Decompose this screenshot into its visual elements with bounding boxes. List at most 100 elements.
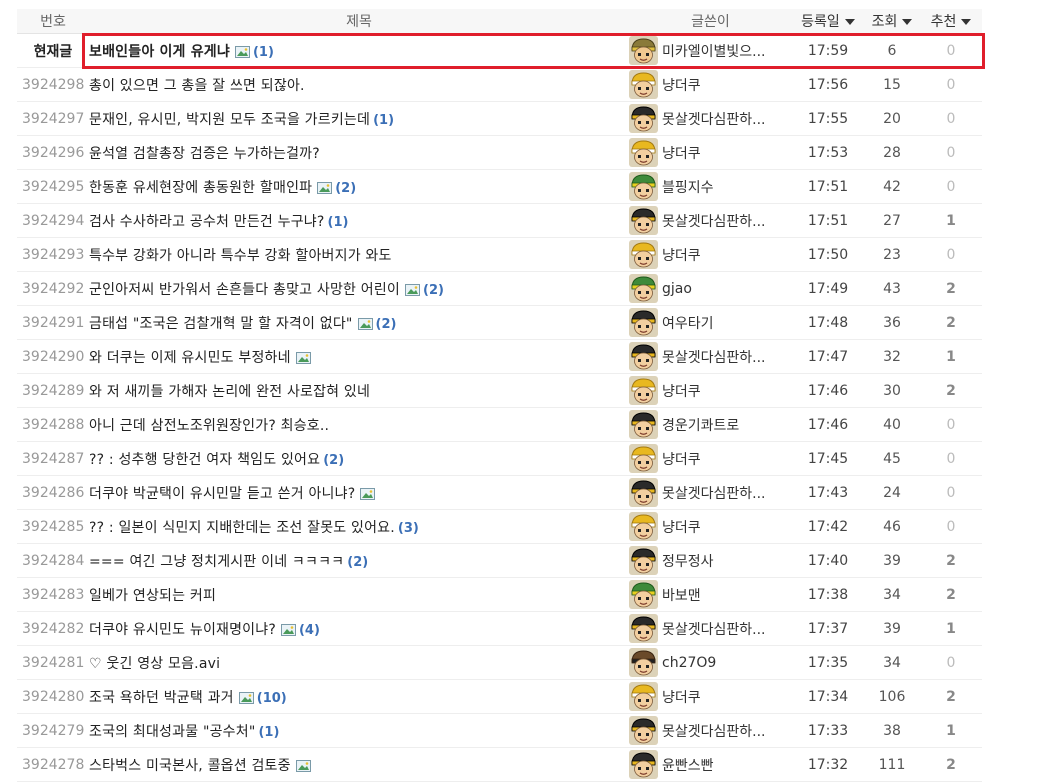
post-title-link[interactable]: 특수부 강화가 아니라 특수부 강화 할아버지가 와도 xyxy=(89,248,392,264)
author-nickname[interactable]: 못살겟다심판하... xyxy=(662,619,766,639)
author-nickname[interactable]: gjao xyxy=(662,281,692,297)
author-nickname[interactable]: 냥더쿠 xyxy=(662,517,701,537)
author-nickname[interactable]: 정무정사 xyxy=(662,551,714,571)
author-cell[interactable]: 냥더쿠 xyxy=(629,67,792,102)
author-cell[interactable]: 여우타기 xyxy=(629,305,792,340)
post-title-link[interactable]: 스타벅스 미국본사, 콜옵션 검토중 xyxy=(89,758,291,774)
author-nickname[interactable]: 냥더쿠 xyxy=(662,75,701,95)
table-row: 3924291 금태섭 "조국은 검찰개혁 말 할 자격이 없다" (2) 여우타기 1… xyxy=(17,305,982,340)
comment-count[interactable]: (2) xyxy=(323,453,344,468)
author-cell[interactable]: 못살겟다심판하... xyxy=(629,611,792,646)
author-cell[interactable]: 못살겟다심판하... xyxy=(629,203,792,238)
author-nickname[interactable]: 냥더쿠 xyxy=(662,245,701,265)
post-title-link[interactable]: 조국의 최대성과물 "공수처" xyxy=(89,724,255,740)
post-title-link[interactable]: 총이 있으면 그 총을 잘 쓰면 되잖아. xyxy=(89,78,305,94)
avatar xyxy=(629,648,658,677)
author-cell[interactable]: 경운기콰트로 xyxy=(629,407,792,442)
avatar xyxy=(629,580,658,609)
author-cell[interactable]: 냥더쿠 xyxy=(629,441,792,476)
author-cell[interactable]: 블핑지수 xyxy=(629,169,792,204)
post-recommend: 0 xyxy=(920,169,982,204)
table-row: 3924292 군인아저씨 반가워서 손흔들다 총맞고 사망한 어린이 (2) gja… xyxy=(17,271,982,306)
post-title-cell: ♡ 웃긴 영상 모음.avi xyxy=(89,645,629,680)
author-nickname[interactable]: 경운기콰트로 xyxy=(662,415,739,435)
post-recommend: 0 xyxy=(920,407,982,442)
author-nickname[interactable]: 못살겟다심판하... xyxy=(662,483,766,503)
author-nickname[interactable]: 못살겟다심판하... xyxy=(662,721,766,741)
author-nickname[interactable]: 냥더쿠 xyxy=(662,381,701,401)
sort-by-date[interactable]: 등록일 xyxy=(792,9,864,34)
image-attached-icon xyxy=(360,487,376,500)
author-cell[interactable]: 바보맨 xyxy=(629,577,792,612)
post-title-link[interactable]: 문재인, 유시민, 박지원 모두 조국을 가르키는데 xyxy=(89,112,370,128)
image-attached-icon xyxy=(357,317,373,330)
comment-count[interactable]: (3) xyxy=(398,521,419,536)
post-title-link[interactable]: 아니 근데 삼전노조위원장인가? 최승호.. xyxy=(89,418,329,434)
comment-count[interactable]: (2) xyxy=(347,555,368,570)
author-cell[interactable]: 냥더쿠 xyxy=(629,373,792,408)
post-title-link[interactable]: 와 더쿠는 이제 유시민도 부정하네 xyxy=(89,350,291,366)
header-date-label: 등록일 xyxy=(801,14,840,30)
avatar xyxy=(629,410,658,439)
comment-count[interactable]: (4) xyxy=(299,623,320,638)
comment-count[interactable]: (2) xyxy=(335,181,356,196)
post-title-link[interactable]: ♡ 웃긴 영상 모음.avi xyxy=(89,656,220,672)
author-cell[interactable]: ch27O9 xyxy=(629,645,792,680)
comment-count[interactable]: (2) xyxy=(376,317,397,332)
post-title-link[interactable]: ?? : 성추행 당한건 여자 책임도 있어요 xyxy=(89,452,320,468)
author-cell[interactable]: 냥더쿠 xyxy=(629,237,792,272)
post-title-link[interactable]: 더쿠야 유시민도 뉴이재명이냐? xyxy=(89,622,276,638)
comment-count[interactable]: (1) xyxy=(328,215,349,230)
post-title-link[interactable]: ?? : 일본이 식민지 지배한데는 조선 잘못도 있어요. xyxy=(89,520,395,536)
table-row: 3924280 조국 욕하던 박균택 과거 (10) 냥더쿠 17:34 106 2 xyxy=(17,679,982,714)
post-recommend: 1 xyxy=(920,713,982,748)
author-cell[interactable]: 정무정사 xyxy=(629,543,792,578)
author-nickname[interactable]: 여우타기 xyxy=(662,313,714,333)
author-cell[interactable]: 못살겟다심판하... xyxy=(629,339,792,374)
author-cell[interactable]: gjao xyxy=(629,271,792,306)
author-nickname[interactable]: 냥더쿠 xyxy=(662,143,701,163)
post-title-link[interactable]: 군인아저씨 반가워서 손흔들다 총맞고 사망한 어린이 xyxy=(89,282,400,298)
comment-count[interactable]: (1) xyxy=(373,113,394,128)
post-title-cell: 한동훈 유세현장에 총동원한 할매인파 (2) xyxy=(89,169,629,204)
post-recommend: 2 xyxy=(920,373,982,408)
comment-count[interactable]: (1) xyxy=(258,725,279,740)
post-title-link[interactable]: 검사 수사하라고 공수처 만든건 누구냐? xyxy=(89,214,325,230)
author-cell[interactable]: 못살겟다심판하... xyxy=(629,475,792,510)
author-nickname[interactable]: 블핑지수 xyxy=(662,177,714,197)
post-title-link[interactable]: 와 저 새끼들 가해자 논리에 완전 사로잡혀 있네 xyxy=(89,384,370,400)
post-title-link[interactable]: 조국 욕하던 박균택 과거 xyxy=(89,690,234,706)
comment-count[interactable]: (2) xyxy=(423,283,444,298)
author-cell[interactable]: 못살겟다심판하... xyxy=(629,101,792,136)
author-cell[interactable]: 윤빤스빤 xyxy=(629,747,792,782)
author-cell[interactable]: 못살겟다심판하... xyxy=(629,713,792,748)
post-title-link[interactable]: 윤석열 검찰총장 검증은 누가하는걸까? xyxy=(89,146,320,162)
author-cell[interactable]: 냥더쿠 xyxy=(629,509,792,544)
author-cell[interactable]: 냥더쿠 xyxy=(629,135,792,170)
avatar xyxy=(629,444,658,473)
caret-down-icon xyxy=(844,19,855,25)
author-nickname[interactable]: 못살겟다심판하... xyxy=(662,211,766,231)
comment-count[interactable]: (10) xyxy=(257,691,287,706)
post-title-link[interactable]: === 여긴 그냥 정치게시판 이네 ㅋㅋㅋㅋ xyxy=(89,554,344,570)
post-title-link[interactable]: 금태섭 "조국은 검찰개혁 말 할 자격이 없다" xyxy=(89,316,353,332)
post-hits: 24 xyxy=(864,475,920,510)
author-cell[interactable]: 미카엘이별빛으... xyxy=(629,33,792,68)
avatar xyxy=(629,546,658,575)
author-nickname[interactable]: 못살겟다심판하... xyxy=(662,347,766,367)
comment-count[interactable]: (1) xyxy=(253,45,274,60)
post-title-link[interactable]: 더쿠야 박균택이 유시민말 듣고 쓴거 아니냐? xyxy=(89,486,355,502)
post-title-link[interactable]: 일베가 연상되는 커피 xyxy=(89,588,216,604)
post-title-link[interactable]: 한동훈 유세현장에 총동원한 할매인파 xyxy=(89,180,312,196)
post-title-link[interactable]: 보배인들아 이게 유게냐 xyxy=(89,44,230,60)
author-nickname[interactable]: ch27O9 xyxy=(662,655,716,671)
author-nickname[interactable]: 냥더쿠 xyxy=(662,687,701,707)
author-nickname[interactable]: 못살겟다심판하... xyxy=(662,109,766,129)
sort-by-recommend[interactable]: 추천 xyxy=(920,9,982,34)
author-nickname[interactable]: 바보맨 xyxy=(662,585,701,605)
author-nickname[interactable]: 냥더쿠 xyxy=(662,449,701,469)
author-cell[interactable]: 냥더쿠 xyxy=(629,679,792,714)
author-nickname[interactable]: 윤빤스빤 xyxy=(662,755,714,775)
sort-by-hits[interactable]: 조회 xyxy=(864,9,920,34)
author-nickname[interactable]: 미카엘이별빛으... xyxy=(662,41,766,61)
